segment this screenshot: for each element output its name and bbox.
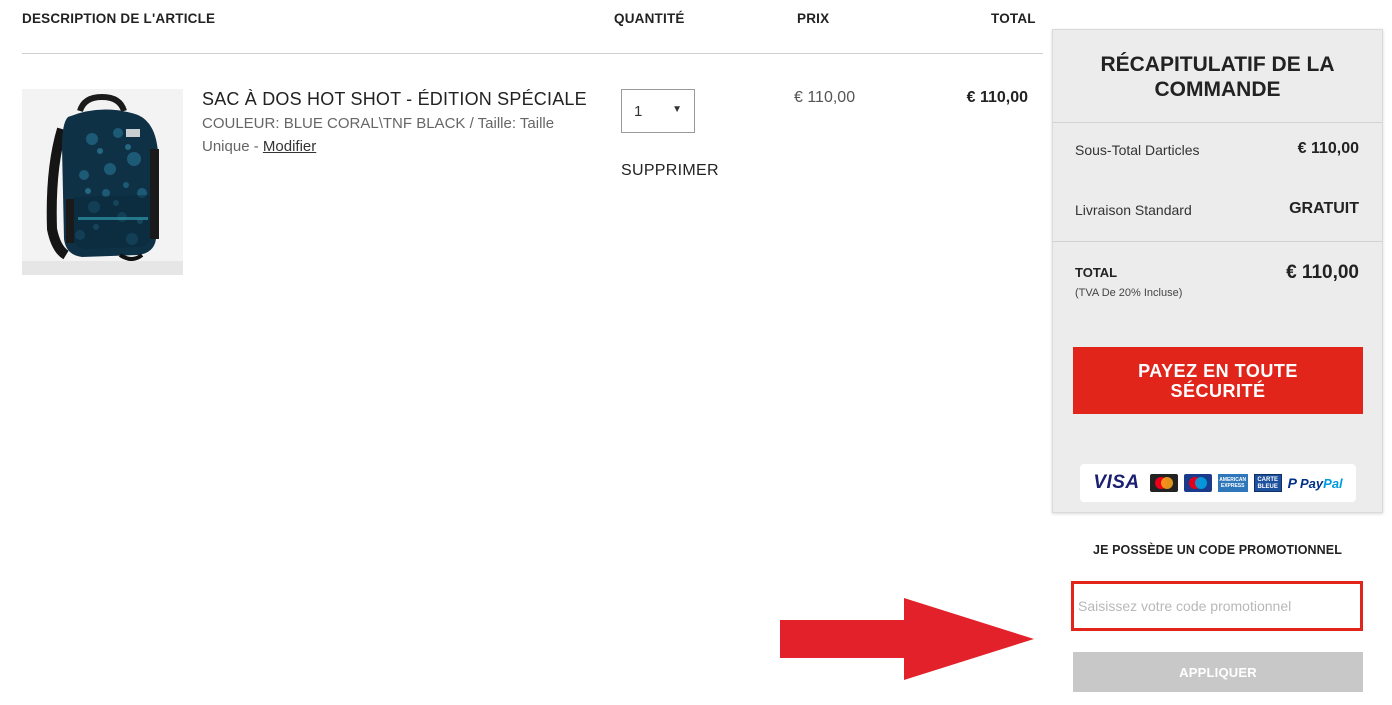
order-summary-panel: RÉCAPITULATIF DE LA COMMANDE Sous-Total … xyxy=(1052,29,1383,513)
pay-securely-button[interactable]: PAYEZ EN TOUTE SÉCURITÉ xyxy=(1073,347,1363,414)
line-total: € 110,00 xyxy=(966,89,1028,106)
summary-title: RÉCAPITULATIF DE LA COMMANDE xyxy=(1053,52,1382,102)
payment-methods: VISA AMERICAN EXPRESS CARTE BLEUE P Pay Pa… xyxy=(1080,464,1356,502)
subtotal-value: € 110,00 xyxy=(1297,140,1359,157)
paypal-text: Pay xyxy=(1300,475,1324,491)
arrow-annotation-icon xyxy=(780,598,1034,680)
carte-bleue-icon: CARTE BLEUE xyxy=(1253,474,1282,492)
remove-item-button[interactable]: SUPPRIMER xyxy=(621,162,719,180)
separator: / xyxy=(469,115,478,132)
product-attributes: COULEUR: BLUE CORAL\TNF BLACK / Taille: … xyxy=(202,112,582,158)
subtotal-label: Sous-Total Darticles xyxy=(1075,142,1200,158)
promo-code-input[interactable] xyxy=(1071,581,1363,631)
shipping-value: GRATUIT xyxy=(1289,200,1359,217)
pay-button-line: SÉCURITÉ xyxy=(1170,380,1266,401)
total-label: TOTAL xyxy=(1075,265,1118,280)
shipping-label: Livraison Standard xyxy=(1075,202,1192,218)
header-total: TOTAL xyxy=(991,11,1036,26)
paypal-icon: P Pay Pal xyxy=(1287,475,1343,491)
pay-button-line: PAYEZ EN TOUTE xyxy=(1138,360,1298,381)
summary-divider xyxy=(1053,241,1382,242)
backpack-icon xyxy=(46,93,159,261)
color-value: BLUE CORAL\TNF BLACK xyxy=(283,115,466,132)
promo-title: JE POSSÈDE UN CODE PROMOTIONNEL xyxy=(1093,543,1342,557)
quantity-value: 1 xyxy=(634,103,643,120)
summary-divider xyxy=(1053,122,1382,123)
image-shadow xyxy=(22,261,183,275)
product-image[interactable] xyxy=(22,89,183,275)
amex-icon: AMERICAN EXPRESS xyxy=(1217,474,1248,492)
chevron-down-icon: ▼ xyxy=(672,104,682,115)
header-quantity: QUANTITÉ xyxy=(614,11,685,26)
header-description: DESCRIPTION DE L'ARTICLE xyxy=(22,11,216,26)
visa-icon: VISA xyxy=(1093,472,1140,493)
modify-link[interactable]: Modifier xyxy=(263,138,316,155)
color-label: COULEUR: xyxy=(202,115,280,132)
paypal-text: Pal xyxy=(1323,475,1343,491)
size-label: Taille: xyxy=(477,115,517,132)
header-price: PRIX xyxy=(797,11,830,26)
summary-title-line: RÉCAPITULATIF DE LA xyxy=(1100,53,1335,76)
tax-note: (TVA De 20% Incluse) xyxy=(1075,287,1183,299)
header-divider xyxy=(22,53,1043,54)
summary-title-line: COMMANDE xyxy=(1154,78,1281,101)
unit-price: € 110,00 xyxy=(794,89,856,106)
quantity-select[interactable]: 1 ▼ xyxy=(621,89,695,133)
maestro-icon xyxy=(1183,474,1212,492)
separator: - xyxy=(253,138,263,155)
total-value: € 110,00 xyxy=(1286,262,1359,283)
apply-promo-button[interactable]: APPLIQUER xyxy=(1073,652,1363,692)
product-title[interactable]: SAC À DOS HOT SHOT - ÉDITION SPÉCIALE xyxy=(202,89,587,110)
mastercard-icon xyxy=(1149,474,1178,492)
